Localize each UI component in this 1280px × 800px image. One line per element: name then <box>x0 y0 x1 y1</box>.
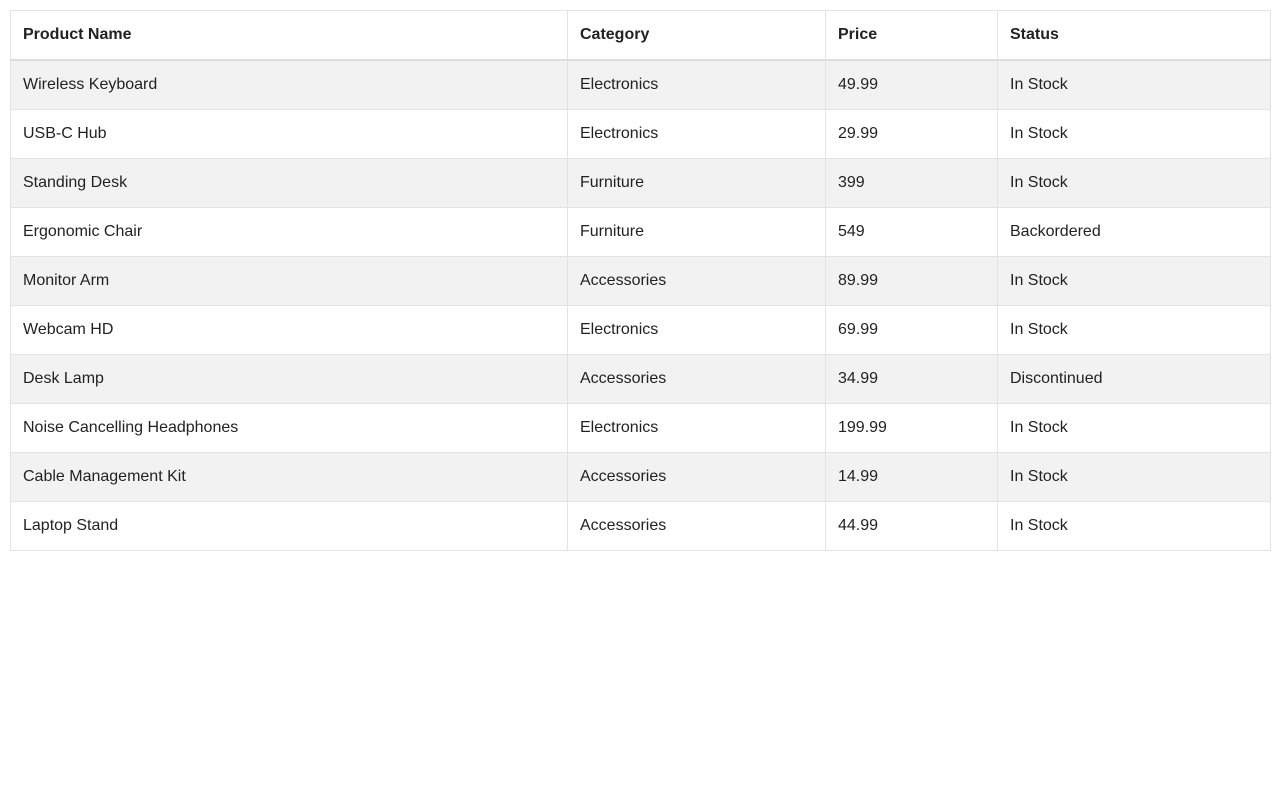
cell-product-name: Standing Desk <box>10 158 568 208</box>
cell-product-name: Laptop Stand <box>10 501 568 551</box>
column-header-category[interactable]: Category <box>567 10 826 61</box>
cell-category: Accessories <box>567 452 826 502</box>
cell-product-name: Desk Lamp <box>10 354 568 404</box>
cell-product-name: Monitor Arm <box>10 256 568 306</box>
cell-price: 29.99 <box>825 109 998 159</box>
cell-product-name: Ergonomic Chair <box>10 207 568 257</box>
column-header-price[interactable]: Price <box>825 10 998 61</box>
cell-category: Accessories <box>567 354 826 404</box>
cell-status: Discontinued <box>997 354 1271 404</box>
table-row[interactable]: Standing Desk Furniture 399 In Stock <box>10 158 1271 208</box>
cell-price: 89.99 <box>825 256 998 306</box>
cell-price: 14.99 <box>825 452 998 502</box>
cell-product-name: Cable Management Kit <box>10 452 568 502</box>
cell-product-name: Webcam HD <box>10 305 568 355</box>
cell-price: 199.99 <box>825 403 998 453</box>
cell-status: In Stock <box>997 109 1271 159</box>
cell-product-name: Wireless Keyboard <box>10 59 568 110</box>
cell-status: In Stock <box>997 403 1271 453</box>
table-row[interactable]: Desk Lamp Accessories 34.99 Discontinued <box>10 354 1271 404</box>
cell-price: 34.99 <box>825 354 998 404</box>
cell-status: In Stock <box>997 501 1271 551</box>
cell-category: Electronics <box>567 403 826 453</box>
cell-category: Accessories <box>567 501 826 551</box>
cell-status: In Stock <box>997 158 1271 208</box>
table-row[interactable]: Monitor Arm Accessories 89.99 In Stock <box>10 256 1271 306</box>
table-row[interactable]: Ergonomic Chair Furniture 549 Backordere… <box>10 207 1271 257</box>
cell-product-name: Noise Cancelling Headphones <box>10 403 568 453</box>
cell-category: Accessories <box>567 256 826 306</box>
table-body: Wireless Keyboard Electronics 49.99 In S… <box>10 59 1271 551</box>
cell-price: 399 <box>825 158 998 208</box>
column-header-status[interactable]: Status <box>997 10 1271 61</box>
cell-status: In Stock <box>997 59 1271 110</box>
cell-category: Electronics <box>567 59 826 110</box>
cell-status: Backordered <box>997 207 1271 257</box>
cell-price: 69.99 <box>825 305 998 355</box>
column-header-product-name[interactable]: Product Name <box>10 10 568 61</box>
header-row: Product Name Category Price Status <box>10 10 1271 61</box>
table-row[interactable]: Wireless Keyboard Electronics 49.99 In S… <box>10 59 1271 110</box>
products-table: Product Name Category Price Status Wirel… <box>10 10 1271 551</box>
cell-status: In Stock <box>997 452 1271 502</box>
cell-price: 44.99 <box>825 501 998 551</box>
cell-status: In Stock <box>997 256 1271 306</box>
table-container: Product Name Category Price Status Wirel… <box>10 10 1271 551</box>
table-row[interactable]: Webcam HD Electronics 69.99 In Stock <box>10 305 1271 355</box>
table-row[interactable]: USB-C Hub Electronics 29.99 In Stock <box>10 109 1271 159</box>
cell-category: Furniture <box>567 158 826 208</box>
cell-price: 549 <box>825 207 998 257</box>
cell-category: Electronics <box>567 109 826 159</box>
cell-product-name: USB-C Hub <box>10 109 568 159</box>
table-header: Product Name Category Price Status <box>10 10 1271 61</box>
table-row[interactable]: Cable Management Kit Accessories 14.99 I… <box>10 452 1271 502</box>
cell-status: In Stock <box>997 305 1271 355</box>
cell-category: Electronics <box>567 305 826 355</box>
cell-category: Furniture <box>567 207 826 257</box>
table-row[interactable]: Laptop Stand Accessories 44.99 In Stock <box>10 501 1271 551</box>
cell-price: 49.99 <box>825 59 998 110</box>
table-row[interactable]: Noise Cancelling Headphones Electronics … <box>10 403 1271 453</box>
